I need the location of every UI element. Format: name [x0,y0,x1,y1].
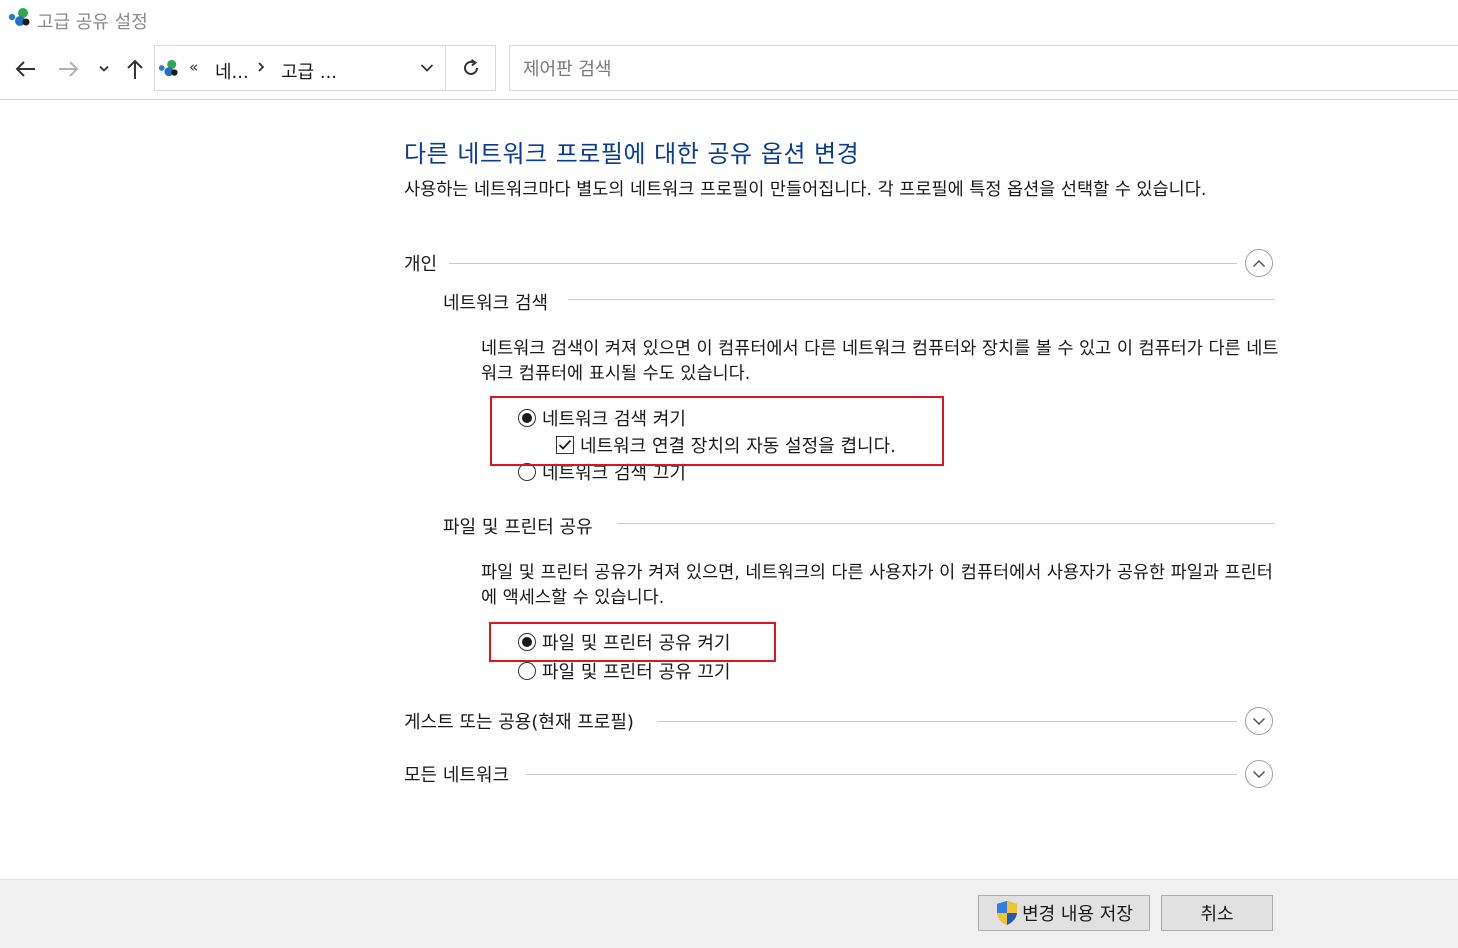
back-button[interactable] [6,38,44,100]
advanced-sharing-settings-window: 고급 공유 설정 « 네... 고급 ... 제어판 검색 다른 네트워크 프로… [0,0,1458,948]
search-input[interactable] [521,56,1425,82]
chevron-down-icon [420,64,434,72]
breadcrumb-item-advanced[interactable]: 고급 ... [281,58,337,84]
divider [568,299,1274,300]
recent-locations-button[interactable] [94,38,114,100]
collapse-private-button[interactable] [1245,249,1273,277]
window-title: 고급 공유 설정 [37,12,148,33]
chevron-up-icon [1252,259,1266,267]
arrow-right-icon [59,61,79,77]
chevron-right-icon[interactable] [255,57,267,77]
divider [617,523,1274,524]
profile-private-label[interactable]: 개인 [404,250,437,276]
navigation-bar: « 네... 고급 ... [0,38,1458,100]
expand-all-networks-button[interactable] [1245,760,1273,788]
breadcrumb-item-network[interactable]: 네... [215,58,249,84]
breadcrumb-overflow-icon[interactable]: « [189,58,198,76]
network-discovery-description: 네트워크 검색이 켜져 있으면 이 컴퓨터에서 다른 네트워크 컴퓨터와 장치를… [481,339,1279,384]
footer-bar: 변경 내용 저장 취소 [0,879,1458,948]
cancel-button[interactable]: 취소 [1161,895,1273,931]
highlight-box [490,396,944,466]
file-sharing-description: 파일 및 프린터 공유가 켜져 있으면, 네트워크의 다른 사용자가 이 컴퓨터… [481,563,1273,608]
chevron-down-icon [1252,717,1266,725]
file-sharing-header: 파일 및 프린터 공유 [443,517,593,538]
network-sharing-icon [8,8,30,26]
radio-button-unchecked[interactable] [518,662,536,680]
highlight-box [489,622,776,662]
profile-all-networks-label[interactable]: 모든 네트워크 [404,761,509,787]
main-content: 다른 네트워크 프로필에 대한 공유 옵션 변경 사용하는 네트워크마다 별도의… [0,100,1458,879]
search-box[interactable] [509,45,1458,91]
divider [657,721,1237,722]
refresh-button[interactable] [445,46,496,90]
arrow-left-icon [15,61,35,77]
save-changes-label: 변경 내용 저장 [1022,904,1133,925]
uac-shield-icon [997,901,1018,925]
chevron-down-icon [1252,770,1266,778]
forward-button[interactable] [50,38,88,100]
expand-guest-button[interactable] [1245,707,1273,735]
profile-guest-label[interactable]: 게스트 또는 공용(현재 프로필) [404,708,634,734]
network-discovery-header: 네트워크 검색 [443,293,549,314]
divider [526,774,1237,775]
page-description: 사용하는 네트워크마다 별도의 네트워크 프로필이 만들어집니다. 각 프로필에… [404,180,1207,200]
page-title: 다른 네트워크 프로필에 대한 공유 옵션 변경 [404,140,860,168]
arrow-up-icon [127,59,143,79]
save-changes-button[interactable]: 변경 내용 저장 [978,895,1150,931]
title-bar: 고급 공유 설정 [0,0,1458,38]
network-sharing-icon [158,59,178,77]
chevron-down-icon [99,65,109,72]
address-history-dropdown[interactable] [409,46,445,90]
address-bar[interactable]: « 네... 고급 ... [154,45,496,91]
up-button[interactable] [118,38,152,100]
refresh-icon [464,59,478,75]
divider [449,263,1237,264]
